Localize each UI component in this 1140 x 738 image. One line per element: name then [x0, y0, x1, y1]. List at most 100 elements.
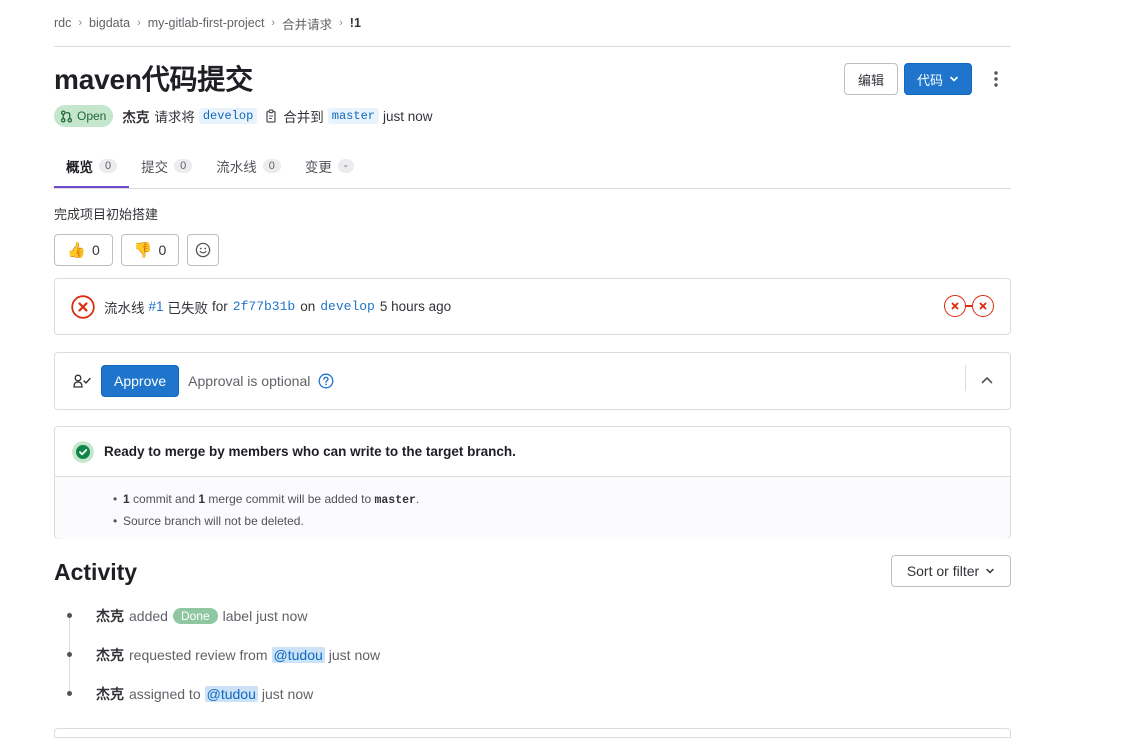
mr-tabs: 概览 0 提交 0 流水线 0 变更 - [54, 146, 1011, 189]
thumbs-down-icon: 👎 [133, 242, 153, 259]
mr-description: 完成项目初始搭建 [54, 207, 159, 222]
timeline-event: 杰克 assigned to @tudou just now [54, 683, 313, 705]
approve-button-label: Approve [114, 373, 167, 389]
page-title: maven代码提交 [54, 64, 253, 95]
thumbs-down-count: 0 [158, 242, 167, 258]
tab-label: 流水线 [216, 160, 257, 175]
author-name[interactable]: 杰克 [122, 106, 149, 126]
timeline-dot [67, 652, 72, 657]
smiley-icon [195, 242, 211, 258]
failed-status-icon[interactable] [71, 294, 95, 319]
check-circle-icon [72, 440, 94, 463]
collapse-button[interactable] [975, 368, 999, 392]
edit-button-label: 编辑 [857, 72, 884, 88]
approval-optional-text: Approval is optional [188, 373, 311, 389]
tab-overview[interactable]: 概览 0 [54, 146, 130, 188]
target-branch[interactable]: master [327, 108, 379, 124]
label-badge[interactable]: Done [172, 608, 218, 624]
user-mention[interactable]: @tudou [204, 686, 258, 702]
tab-label: 提交 [141, 160, 169, 175]
status-badge-label: Open [77, 109, 107, 123]
timeline-event: 杰克 requested review from @tudou just now [54, 644, 380, 666]
tab-count: - [337, 159, 354, 173]
thumbs-up-button[interactable]: 👍 0 [54, 234, 113, 266]
merge-status-header: Ready to merge by members who can write … [55, 427, 1010, 477]
breadcrumb: rdc › bigdata › my-gitlab-first-project … [54, 14, 361, 33]
event-suffix: label just now [222, 608, 308, 624]
sort-filter-label: Sort or filter [906, 563, 980, 579]
tab-changes[interactable]: 变更 - [293, 146, 366, 186]
event-author[interactable]: 杰克 [96, 606, 124, 626]
merge-request-page: rdc › bigdata › my-gitlab-first-project … [54, 0, 1011, 738]
pipeline-prefix: 流水线 [104, 300, 145, 316]
sort-filter-dropdown[interactable]: Sort or filter [891, 555, 1011, 587]
pipeline-stages [944, 295, 994, 317]
breadcrumb-item-project[interactable]: my-gitlab-first-project [148, 16, 265, 30]
event-author[interactable]: 杰克 [96, 684, 124, 704]
add-reaction-button[interactable] [187, 234, 219, 266]
breadcrumb-separator: › [339, 17, 343, 29]
thumbs-up-icon: 👍 [67, 242, 86, 259]
created-time: just now [383, 108, 433, 124]
event-action: requested review from [129, 647, 268, 663]
breadcrumb-item-bigdata[interactable]: bigdata [89, 16, 130, 30]
breadcrumb-item-merge-requests[interactable]: 合并请求 [282, 14, 332, 33]
more-actions-button[interactable] [984, 66, 1008, 92]
timeline-dot [67, 691, 72, 696]
copy-icon[interactable] [266, 109, 278, 123]
breadcrumb-item-current[interactable]: !1 [350, 16, 361, 30]
tab-count: 0 [174, 159, 193, 173]
pipeline-for-text: for [212, 299, 228, 314]
user-mention[interactable]: @tudou [271, 647, 325, 663]
approve-button[interactable]: Approve [101, 365, 180, 397]
thumbs-up-count: 0 [91, 242, 100, 258]
status-badge: Open [54, 105, 114, 127]
breadcrumb-item-rdc[interactable]: rdc [54, 16, 71, 30]
commit-sha-link[interactable]: 2f77b31b [233, 299, 295, 314]
stage-failed-icon[interactable] [944, 295, 966, 317]
chevron-down-icon [950, 76, 958, 82]
comment-box[interactable] [54, 728, 1011, 738]
chevron-up-icon [981, 377, 993, 384]
pipeline-on-text: on [300, 299, 316, 314]
event-action: added [129, 608, 168, 624]
approval-widget: Approve Approval is optional [54, 352, 1011, 410]
pipeline-branch-link[interactable]: develop [320, 299, 375, 314]
event-suffix: just now [261, 686, 314, 702]
breadcrumb-separator: › [78, 17, 83, 29]
edit-button[interactable]: 编辑 [844, 63, 898, 95]
event-author[interactable]: 杰克 [96, 645, 124, 665]
source-branch[interactable]: develop [198, 108, 258, 124]
timeline-event: 杰克 added Done label just now [54, 605, 307, 627]
mr-meta: Open 杰克 请求将 develop 合并到 master just now [54, 104, 433, 128]
merge-request-icon [60, 109, 73, 123]
code-button-label: 代码 [916, 72, 943, 88]
pipeline-widget: 流水线 #1 已失败 for 2f77b31b on develop 5 hou… [54, 278, 1011, 335]
merge-details: 1 commit and 1 merge commit will be adde… [55, 477, 1010, 539]
pipeline-status-text: 已失败 [167, 300, 209, 316]
tab-label: 变更 [304, 160, 332, 175]
merge-widget: Ready to merge by members who can write … [54, 426, 1011, 539]
tab-count: 0 [99, 159, 118, 173]
question-circle-icon[interactable] [318, 373, 334, 389]
code-dropdown-button[interactable]: 代码 [904, 63, 972, 95]
breadcrumb-separator: › [137, 17, 141, 29]
breadcrumb-separator: › [271, 17, 276, 29]
pipeline-time: 5 hours ago [379, 299, 452, 314]
tab-count: 0 [262, 159, 281, 173]
header-divider [54, 46, 1011, 47]
request-text: 请求将 [154, 110, 195, 125]
chevron-down-icon [986, 568, 994, 574]
merge-detail-source-branch: Source branch will not be deleted. [113, 511, 1010, 532]
tab-label: 概览 [66, 160, 93, 175]
tab-pipelines[interactable]: 流水线 0 [204, 146, 293, 186]
approval-divider [965, 365, 966, 391]
thumbs-down-button[interactable]: 👎 0 [121, 234, 179, 266]
timeline-dot [67, 613, 72, 618]
stage-failed-icon[interactable] [972, 295, 994, 317]
kebab-icon [994, 71, 998, 87]
pipeline-id-link[interactable]: #1 [149, 299, 164, 314]
merge-status-text: Ready to merge by members who can write … [104, 444, 516, 459]
approval-user-icon [73, 374, 91, 388]
tab-commits[interactable]: 提交 0 [129, 146, 204, 186]
